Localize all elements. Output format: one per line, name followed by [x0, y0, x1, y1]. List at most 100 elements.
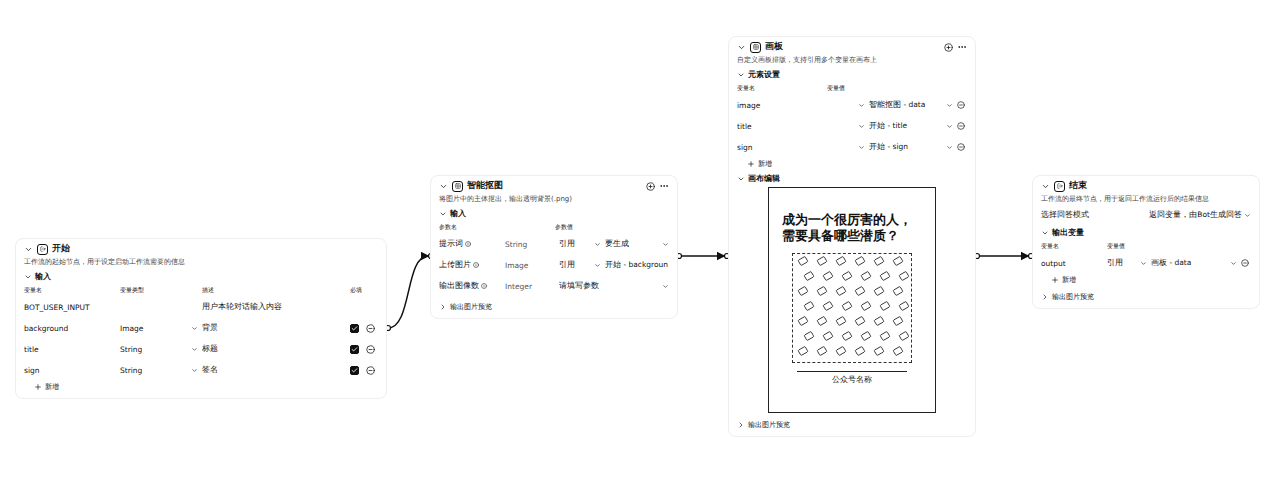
preview-toggle[interactable]: 输出图片预览 — [1041, 292, 1251, 302]
node-type-icon — [750, 42, 761, 53]
variable-row[interactable]: BOT_USER_INPUT 用户本轮对话输入内容 — [24, 298, 378, 316]
canvas-preview[interactable]: 成为一个很厉害的人，需要具备哪些潜质？公众号名称 — [768, 187, 936, 413]
value-select[interactable]: 开始 - title — [869, 121, 953, 131]
cutout-node[interactable]: 智能抠图将图片中的主体抠出，输出透明背景(.png)输入参数名参数值提示词Str… — [430, 175, 678, 319]
value-select[interactable]: 开始 - sign — [869, 142, 953, 152]
preview-toggle[interactable]: 输出图片预览 — [439, 302, 669, 312]
value-select[interactable]: 要生成 — [605, 239, 669, 249]
add-button[interactable]: 新增 — [24, 382, 378, 392]
workflow-canvas[interactable]: 开始工作流的起始节点，用于设定启动工作流需要的信息输入变量名变量类型描述必填BO… — [0, 0, 1280, 497]
chevron-icon — [662, 283, 669, 290]
collapse-icon[interactable] — [439, 182, 448, 191]
preview-toggle[interactable]: 输出图片预览 — [737, 420, 967, 430]
required-checkbox[interactable] — [350, 345, 359, 354]
value-input[interactable]: 请填写参数 — [559, 281, 669, 291]
mode-select[interactable]: 引用 — [559, 260, 601, 270]
type-select[interactable] — [799, 102, 865, 109]
node-title: 开始 — [52, 243, 378, 255]
variable-desc[interactable]: 背景 — [202, 323, 346, 333]
input-value[interactable]: 引用要生成 — [559, 235, 669, 253]
node-header: 智能抠图 — [439, 180, 669, 192]
section-title[interactable]: 画布编辑 — [737, 174, 967, 184]
variable-name[interactable]: background — [24, 324, 116, 333]
add-icon[interactable] — [646, 182, 655, 191]
element-name: image — [737, 101, 795, 110]
more-icon[interactable] — [957, 42, 967, 52]
output-name[interactable]: output — [1041, 259, 1103, 268]
more-icon[interactable] — [659, 181, 669, 191]
variable-desc[interactable]: 签名 — [202, 365, 346, 375]
mode-select[interactable]: 引用 — [1107, 258, 1147, 268]
element-row[interactable]: sign 开始 - sign — [737, 138, 967, 156]
variable-desc[interactable]: 用户本轮对话输入内容 — [202, 302, 346, 312]
type-select[interactable] — [799, 144, 865, 151]
node-title: 画板 — [765, 41, 940, 53]
remove-icon[interactable] — [957, 122, 965, 130]
input-name: 上传图片 — [439, 260, 501, 270]
variable-name[interactable]: sign — [24, 366, 116, 375]
variable-name[interactable]: title — [24, 345, 116, 354]
collapse-icon[interactable] — [737, 43, 746, 52]
remove-icon[interactable] — [366, 345, 375, 354]
collapse-icon[interactable] — [1041, 182, 1050, 191]
input-name: 输出图像数 — [439, 281, 501, 291]
variable-name[interactable]: BOT_USER_INPUT — [24, 303, 116, 312]
section-title[interactable]: 输入 — [439, 209, 669, 219]
chevron-icon — [1230, 260, 1237, 267]
variable-type[interactable]: String — [120, 366, 198, 375]
chevron-icon — [594, 262, 601, 269]
required-checkbox[interactable] — [350, 324, 359, 333]
input-type: String — [505, 240, 555, 249]
value-select[interactable]: 画板 - data — [1151, 258, 1237, 268]
mode-select[interactable]: 引用 — [559, 239, 601, 249]
variable-type[interactable]: Image — [120, 324, 198, 333]
variable-type[interactable]: String — [120, 345, 198, 354]
element-row[interactable]: title开始 - title — [737, 117, 967, 135]
element-row[interactable]: image 智能抠图 - data — [737, 96, 967, 114]
column-label: 变量类型 — [120, 286, 198, 295]
canvas-footer: 公众号名称 — [797, 371, 907, 385]
remove-icon[interactable] — [957, 143, 965, 151]
add-button[interactable]: 新增 — [737, 159, 967, 169]
variable-row[interactable]: sign String 签名 — [24, 361, 378, 379]
input-value[interactable]: 引用开始 - backgroun — [559, 256, 669, 274]
section-title[interactable]: 输出变量 — [1041, 228, 1251, 238]
section-title[interactable]: 元素设置 — [737, 70, 967, 80]
input-row[interactable]: 上传图片Image引用开始 - backgroun — [439, 256, 669, 274]
required-checkbox[interactable] — [350, 366, 359, 375]
pattern-icon — [793, 254, 909, 360]
chevron-icon — [946, 144, 953, 151]
node-header: 开始 — [24, 243, 378, 255]
variable-row[interactable]: title String 标题 — [24, 340, 378, 358]
add-button[interactable]: 新增 — [1041, 275, 1251, 285]
value-select[interactable]: 开始 - backgroun — [605, 260, 669, 270]
input-row[interactable]: 提示词String引用要生成 — [439, 235, 669, 253]
info-icon — [465, 241, 471, 247]
board-node[interactable]: 画板自定义画板排版，支持引用多个变量在画布上元素设置变量名变量值image智能抠… — [728, 36, 976, 437]
section-title[interactable]: 输入 — [24, 272, 378, 282]
variable-desc[interactable]: 标题 — [202, 344, 346, 354]
remove-icon[interactable] — [366, 324, 375, 333]
answer-mode[interactable]: 选择回答模式返回变量，由Bot生成回答 — [1041, 207, 1251, 223]
remove-icon[interactable] — [1241, 259, 1249, 267]
node-title: 结束 — [1069, 180, 1251, 192]
output-row[interactable]: output 引用画板 - data — [1041, 254, 1251, 272]
answer-mode-select[interactable]: 返回变量，由Bot生成回答 — [1149, 210, 1251, 220]
input-row[interactable]: 输出图像数Integer请填写参数 — [439, 277, 669, 295]
add-icon[interactable] — [944, 43, 953, 52]
node-description: 工作流的起始节点，用于设定启动工作流需要的信息 — [24, 258, 378, 267]
column-label: 变量值 — [1107, 242, 1251, 251]
node-title: 智能抠图 — [467, 180, 642, 192]
variable-row[interactable]: background Image 背景 — [24, 319, 378, 337]
collapse-icon[interactable] — [24, 245, 33, 254]
start-node[interactable]: 开始工作流的起始节点，用于设定启动工作流需要的信息输入变量名变量类型描述必填BO… — [15, 238, 387, 399]
end-node[interactable]: 结束工作流的最终节点，用于返回工作流运行后的结果信息选择回答模式返回变量，由Bo… — [1032, 175, 1260, 309]
column-label: 变量名 — [1041, 242, 1103, 251]
column-header: 参数名参数值 — [439, 222, 669, 232]
remove-icon[interactable] — [957, 101, 965, 109]
type-select[interactable] — [799, 123, 865, 130]
element-name: sign — [737, 143, 795, 152]
remove-icon[interactable] — [366, 366, 375, 375]
node-description: 将图片中的主体抠出，输出透明背景(.png) — [439, 195, 669, 204]
value-select[interactable]: 智能抠图 - data — [869, 100, 953, 110]
